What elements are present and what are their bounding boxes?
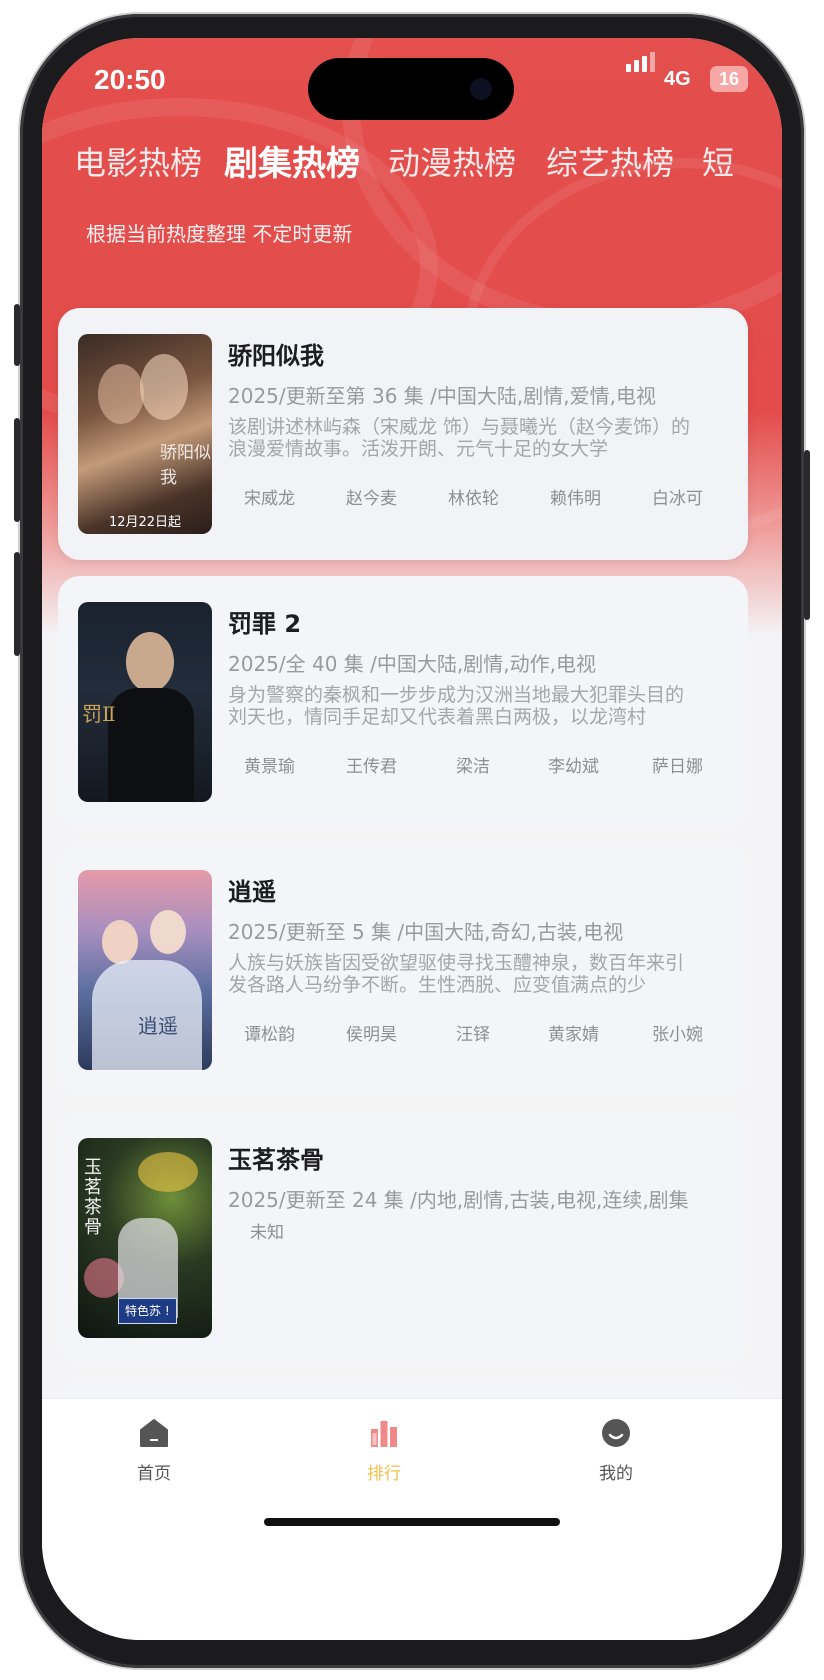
cast-list: 未知 — [228, 1218, 748, 1243]
dynamic-island — [308, 58, 514, 120]
network-type: 4G — [664, 68, 691, 90]
poster-title: 罚Ⅱ — [82, 702, 116, 726]
tab-series[interactable]: 剧集热榜 — [224, 136, 360, 185]
cast-member[interactable]: 赖伟明 — [550, 484, 601, 509]
list-item[interactable]: 罚Ⅱ 罚罪 2 2025/全 40 集 /中国大陆,剧情,动作,电视 身为警察的… — [58, 576, 748, 828]
poster-image: 玉茗茶骨 特色苏 ! — [78, 1138, 212, 1338]
cast-member[interactable]: 李幼斌 — [548, 752, 599, 777]
power-button — [804, 450, 810, 620]
item-title: 罚罪 2 — [228, 610, 302, 638]
cast-member[interactable]: 谭松韵 — [244, 1020, 295, 1045]
list-item[interactable]: 骄阳似我 12月22日起 骄阳似我 2025/更新至第 36 集 /中国大陆,剧… — [58, 308, 748, 560]
nav-ranking-label: 排行 — [367, 1464, 401, 1484]
cast-member[interactable]: 白冰可 — [652, 484, 703, 509]
item-description: 该剧讲述林屿森（宋威龙 饰）与聂曦光（赵今麦饰）的浪漫爱情故事。活泼开朗、元气十… — [228, 416, 691, 460]
nav-profile-label: 我的 — [599, 1464, 633, 1484]
poster-date: 12月22日起 — [108, 515, 182, 530]
cast-member[interactable]: 黄家婧 — [548, 1020, 599, 1045]
cast-member[interactable]: 林依轮 — [448, 484, 499, 509]
poster-title: 骄阳似我 — [160, 443, 211, 488]
volume-up-button — [14, 418, 20, 522]
cast-member[interactable]: 宋威龙 — [244, 484, 295, 509]
item-title: 逍遥 — [228, 878, 276, 906]
cast-member[interactable]: 黄景瑜 — [244, 752, 295, 777]
poster-image: 罚Ⅱ — [78, 602, 212, 802]
cast-list: 黄景瑜 王传君 梁洁 李幼斌 萨日娜 — [228, 752, 748, 777]
item-meta: 2025/全 40 集 /中国大陆,剧情,动作,电视 — [228, 652, 596, 676]
action-button — [14, 304, 20, 366]
cast-member[interactable]: 侯明昊 — [346, 1020, 397, 1045]
cast-member[interactable]: 萨日娜 — [652, 752, 703, 777]
item-meta: 2025/更新至 5 集 /中国大陆,奇幻,古装,电视 — [228, 920, 624, 944]
nav-home-label: 首页 — [137, 1464, 171, 1484]
app-screen: 20:50 4G 16 电影热榜 剧集热榜 动漫热榜 综艺热榜 短 根据当前热度… — [42, 38, 782, 1640]
poster-title: 逍遥 — [138, 1014, 178, 1038]
home-indicator — [264, 1518, 560, 1526]
nav-ranking[interactable]: 排行 — [324, 1417, 444, 1484]
poster-badge: 特色苏 ! — [118, 1298, 177, 1324]
item-title: 骄阳似我 — [228, 342, 324, 370]
item-title: 玉茗茶骨 — [228, 1146, 324, 1174]
item-meta: 2025/更新至第 36 集 /中国大陆,剧情,爱情,电视 — [228, 384, 656, 408]
list-item[interactable]: 逍遥 逍遥 2025/更新至 5 集 /中国大陆,奇幻,古装,电视 人族与妖族皆… — [58, 844, 748, 1096]
status-bar: 20:50 4G 16 — [42, 38, 782, 128]
battery-icon: 16 — [710, 66, 748, 92]
item-description: 人族与妖族皆因受欲望驱使寻找玉醴神泉，数百年来引发各路人马纷争不断。生性洒脱、应… — [228, 952, 685, 996]
status-time: 20:50 — [94, 64, 166, 95]
ranking-tabs: 电影热榜 剧集热榜 动漫热榜 综艺热榜 短 — [42, 138, 782, 198]
tab-variety[interactable]: 综艺热榜 — [546, 138, 674, 184]
update-note: 根据当前热度整理 不定时更新 — [86, 222, 353, 246]
cast-member[interactable]: 梁洁 — [456, 752, 490, 777]
list-item[interactable]: 玉茗茶骨 特色苏 ! 玉茗茶骨 2025/更新至 24 集 /内地,剧情,古装,… — [58, 1112, 748, 1364]
home-icon — [140, 1419, 168, 1447]
bottom-navigation: 首页 排行 我的 — [42, 1398, 782, 1640]
volume-down-button — [14, 552, 20, 656]
nav-profile[interactable]: 我的 — [556, 1417, 676, 1484]
cast-list: 谭松韵 侯明昊 汪铎 黄家婧 张小婉 — [228, 1020, 748, 1045]
profile-icon — [602, 1419, 630, 1447]
item-meta: 2025/更新至 24 集 /内地,剧情,古装,电视,连续,剧集 — [228, 1188, 689, 1212]
nav-home[interactable]: 首页 — [94, 1417, 214, 1484]
tab-short[interactable]: 短 — [702, 138, 734, 184]
cast-member[interactable]: 赵今麦 — [346, 484, 397, 509]
cast-member[interactable]: 未知 — [250, 1218, 284, 1243]
ranking-icon — [371, 1421, 397, 1447]
cast-member[interactable]: 汪铎 — [456, 1020, 490, 1045]
tab-movies[interactable]: 电影热榜 — [74, 138, 202, 184]
cast-member[interactable]: 王传君 — [346, 752, 397, 777]
cast-member[interactable]: 张小婉 — [652, 1020, 703, 1045]
poster-title: 玉茗茶骨 — [84, 1157, 102, 1238]
item-description: 身为警察的秦枫和一步步成为汉洲当地最大犯罪头目的刘天也，情同手足却又代表着黑白两… — [228, 684, 685, 728]
poster-image: 逍遥 — [78, 870, 212, 1070]
poster-image: 骄阳似我 12月22日起 — [78, 334, 212, 534]
cast-list: 宋威龙 赵今麦 林依轮 赖伟明 白冰可 — [228, 484, 748, 509]
tab-anime[interactable]: 动漫热榜 — [388, 138, 516, 184]
